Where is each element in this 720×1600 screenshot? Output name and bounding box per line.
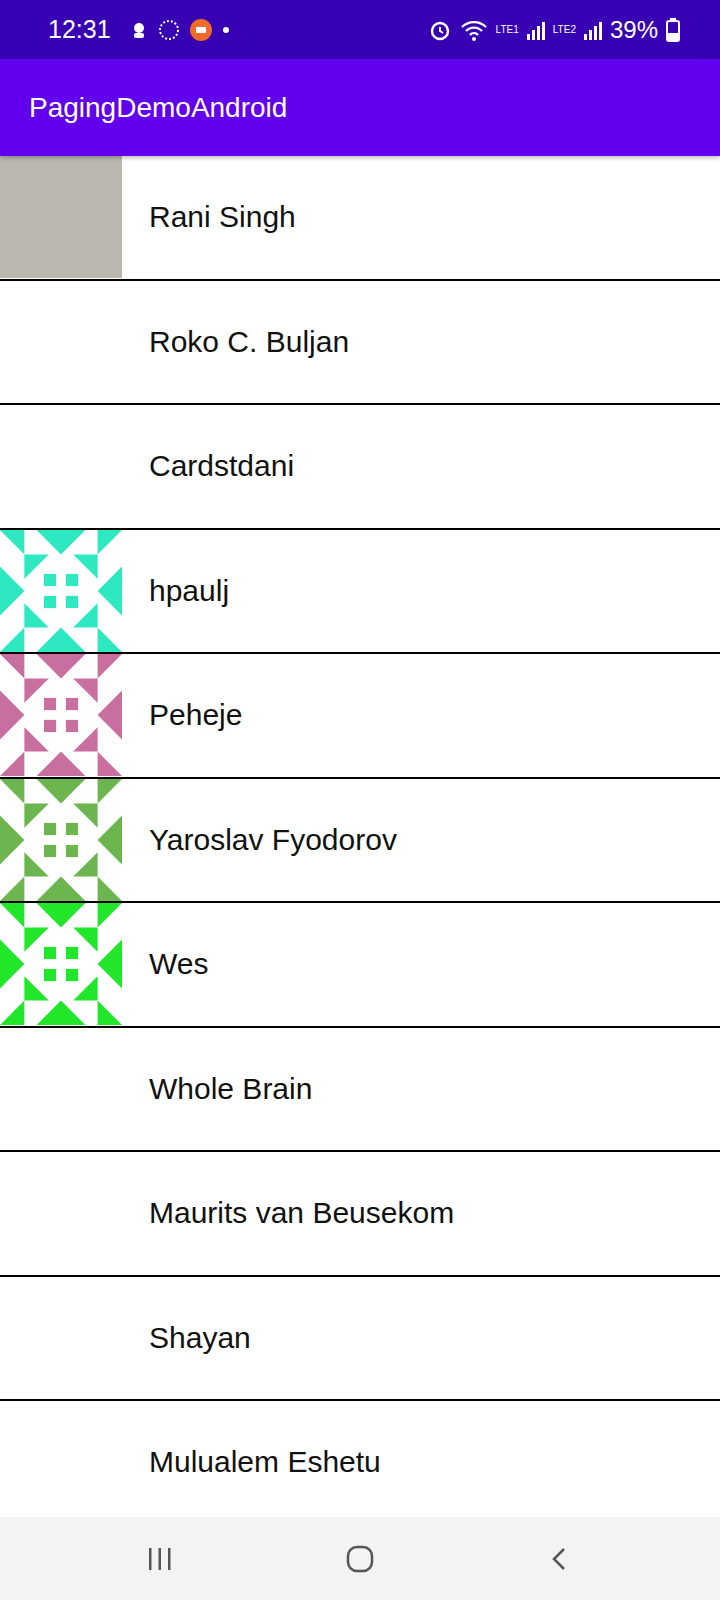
user-name: Yaroslav Fyodorov [149, 823, 397, 857]
avatar-photo [0, 156, 122, 278]
battery-percent: 39% [610, 16, 658, 44]
avatar [0, 779, 122, 901]
user-row[interactable]: Mulualem Eshetu [0, 1401, 720, 1517]
avatar [0, 903, 122, 1025]
user-row[interactable]: Maurits van Beusekom [0, 1152, 720, 1277]
user-row[interactable]: Cardstdani [0, 405, 720, 530]
back-button[interactable] [520, 1529, 600, 1589]
user-name: Peheje [149, 698, 242, 732]
avatar [0, 1401, 122, 1517]
avatar [0, 654, 122, 776]
user-name: Maurits van Beusekom [149, 1196, 454, 1230]
status-bar: 12:31 LTE1 LTE2 39% [0, 0, 720, 59]
signal-indicator: LTE2 [553, 20, 602, 40]
back-icon [546, 1545, 574, 1573]
user-row[interactable]: Whole Brain [0, 1028, 720, 1153]
identicon-icon [0, 530, 122, 652]
identicon-icon [0, 779, 122, 901]
user-row[interactable]: Yaroslav Fyodorov [0, 779, 720, 904]
user-name: Whole Brain [149, 1072, 312, 1106]
home-button[interactable] [320, 1529, 400, 1589]
avatar [0, 1152, 122, 1274]
user-row[interactable]: Peheje [0, 654, 720, 779]
identicon-icon [0, 903, 122, 1025]
signal-icon [527, 20, 545, 40]
user-row[interactable]: Rani Singh [0, 156, 720, 281]
user-name: Shayan [149, 1321, 251, 1355]
status-time: 12:31 [48, 15, 111, 44]
navigation-bar [0, 1517, 720, 1600]
screen: 12:31 LTE1 LTE2 39% PagingDemoAndroid Rani Si… [0, 0, 720, 1600]
user-row[interactable]: Roko C. Buljan [0, 281, 720, 406]
identicon-icon [0, 654, 122, 776]
user-list: Rani Singh Roko C. Buljan Cardstdani hpaulj… [0, 156, 720, 1517]
battery-icon [666, 18, 680, 42]
wifi-icon [460, 18, 488, 42]
user-name: Cardstdani [149, 449, 294, 483]
app-bar: PagingDemoAndroid [0, 59, 720, 156]
recents-icon [146, 1545, 174, 1573]
user-row[interactable]: Wes [0, 903, 720, 1028]
user-name: Wes [149, 947, 208, 981]
user-name: Rani Singh [149, 200, 296, 234]
home-icon [344, 1543, 376, 1575]
avatar [0, 1028, 122, 1150]
user-row[interactable]: Shayan [0, 1277, 720, 1402]
alarm-icon [428, 18, 452, 42]
signal-indicator: LTE1 [496, 20, 545, 40]
user-name: hpaulj [149, 574, 229, 608]
avatar [0, 530, 122, 652]
user-name: Mulualem Eshetu [149, 1445, 381, 1479]
recents-button[interactable] [120, 1529, 200, 1589]
notification-icon [129, 20, 149, 40]
app-icon [189, 18, 213, 42]
loading-icon [157, 18, 181, 42]
app-title: PagingDemoAndroid [29, 92, 287, 124]
dot-icon [221, 25, 231, 35]
user-row[interactable]: hpaulj [0, 530, 720, 655]
user-name: Roko C. Buljan [149, 325, 349, 359]
avatar [0, 405, 122, 527]
signal-icon [584, 20, 602, 40]
avatar [0, 1277, 122, 1399]
avatar [0, 281, 122, 403]
